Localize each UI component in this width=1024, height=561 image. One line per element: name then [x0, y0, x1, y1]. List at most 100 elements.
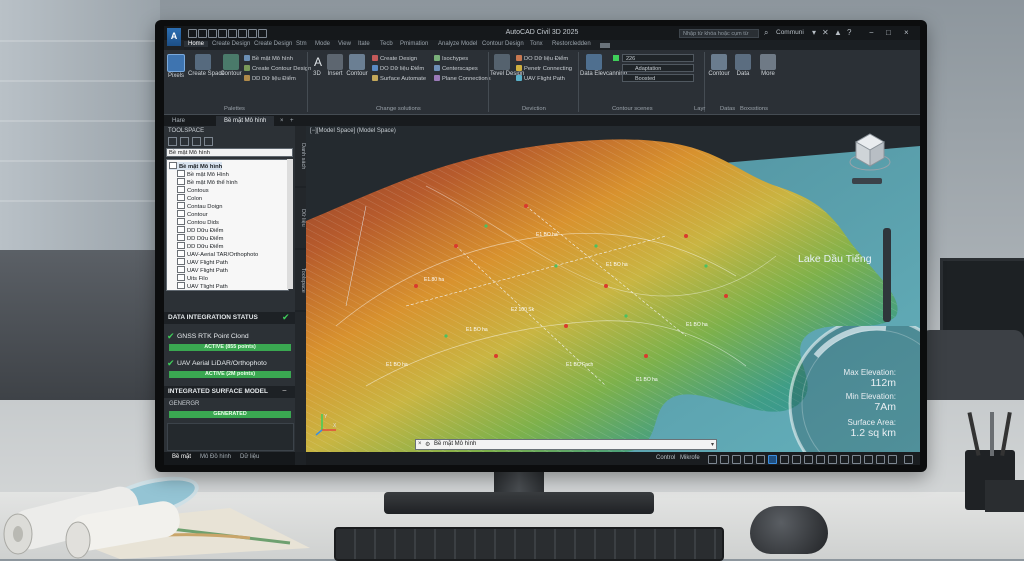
create-contour-design-button[interactable]: Create Contour Design: [244, 65, 311, 72]
contour-button[interactable]: Contour: [220, 54, 242, 77]
search-input[interactable]: Nhập từ khóa hoặc cụm từ: [679, 29, 759, 38]
penetr-connecting-button[interactable]: Penetr Connecting: [516, 65, 572, 72]
tree-item[interactable]: Colon: [177, 194, 202, 202]
grid-icon[interactable]: [708, 455, 717, 464]
layout-tab-surface[interactable]: Bề mặt: [172, 454, 191, 460]
snap-icon[interactable]: [720, 455, 729, 464]
layer-combo[interactable]: 226: [622, 54, 694, 62]
tab-analyze-model[interactable]: Analyze Model: [438, 41, 477, 47]
command-close-icon[interactable]: ×: [418, 441, 422, 447]
tree-item[interactable]: UAV-Aerial TAR/Orthophoto: [177, 250, 258, 258]
annotation-icon[interactable]: [828, 455, 837, 464]
command-settings-icon[interactable]: ⚙: [425, 441, 430, 448]
tab-create-design-2[interactable]: Create Design: [254, 41, 292, 47]
search-icon[interactable]: ⌕: [764, 28, 768, 38]
tab-stm[interactable]: Stm: [296, 41, 307, 47]
tree-item[interactable]: Contou Dids: [177, 218, 219, 226]
create-space-button[interactable]: Create Space: [188, 54, 225, 77]
viewport-label[interactable]: [−][Model Space] (Model Space): [310, 128, 396, 134]
new-tab-icon[interactable]: +: [286, 116, 298, 126]
fullscreen-icon[interactable]: [888, 455, 897, 464]
data-button[interactable]: Data: [734, 54, 752, 77]
tree-scrollbar[interactable]: [287, 159, 293, 289]
adaptation-combo[interactable]: Adaptation: [622, 64, 694, 72]
lineweight-icon[interactable]: [780, 455, 789, 464]
layout-tab-model[interactable]: Mô Đồ hình: [200, 454, 231, 460]
tree-item[interactable]: Contau Doign: [177, 202, 222, 210]
cloud-icon[interactable]: ▲: [834, 28, 842, 37]
user-account[interactable]: Communi: [776, 29, 804, 36]
tree-item[interactable]: Contous: [177, 186, 209, 194]
tab-create-design[interactable]: Create Design: [212, 41, 250, 47]
pixels-button[interactable]: Pixels: [166, 54, 186, 79]
toolbox-icon[interactable]: [204, 137, 213, 146]
tab-mode[interactable]: Mode: [315, 41, 330, 47]
3d-button[interactable]: A 3D: [310, 54, 324, 77]
command-input[interactable]: Bề mặt Mô hình: [434, 441, 476, 447]
uav-flight-path-button[interactable]: UAV Flight Path: [516, 75, 565, 82]
insert-button[interactable]: Insert: [326, 54, 344, 77]
point-data-button[interactable]: DD Dữ liệu Điểm: [244, 75, 296, 82]
tree-item[interactable]: Bề mặt Mô Hình: [177, 170, 229, 178]
point-data-button-3[interactable]: DO Dữ liệu Điểm: [516, 55, 568, 62]
tevel-design-button[interactable]: Tevel Design: [490, 54, 524, 77]
hardware-icon[interactable]: [876, 455, 885, 464]
workspace-icon[interactable]: [840, 455, 849, 464]
isolate-icon[interactable]: [864, 455, 873, 464]
tree-item[interactable]: Contour: [177, 210, 208, 218]
tab-tonx[interactable]: Tonx: [530, 41, 543, 47]
centerscapes-button[interactable]: Centerscapes: [434, 65, 478, 72]
side-tab-toolspace[interactable]: Toolspace: [295, 250, 306, 310]
surface-model-button[interactable]: Bề mặt Mô hình: [244, 55, 293, 62]
surface-automate-button[interactable]: Surface Automate: [372, 75, 426, 82]
exchange-icon[interactable]: ✕: [822, 28, 829, 37]
customize-icon[interactable]: [904, 455, 913, 464]
gizmo-icon[interactable]: [816, 455, 825, 464]
plane-connections-button[interactable]: Plane Connections: [434, 75, 491, 82]
navigation-bar[interactable]: [883, 228, 891, 322]
tree-item[interactable]: DD Dữu Điểm: [177, 242, 223, 250]
settings-icon[interactable]: [180, 137, 189, 146]
tree-item[interactable]: UAV Tlight Path: [177, 282, 228, 290]
tab-pmimation[interactable]: Pmimation: [400, 41, 428, 47]
data-elevcanning-button[interactable]: Data Elevcanning: [580, 54, 627, 77]
contour-button-2[interactable]: Contour: [346, 54, 368, 77]
side-tab-data[interactable]: Dữ liệu: [295, 188, 306, 248]
tree-item[interactable]: UAV Flight Path: [177, 266, 228, 274]
command-line[interactable]: × ⚙ Bề mặt Mô hình ▾: [415, 439, 717, 450]
ortho-icon[interactable]: [732, 455, 741, 464]
tree-item[interactable]: Bề mặt Mô thể hình: [177, 178, 238, 186]
tab-view[interactable]: View: [338, 41, 351, 47]
create-design-button[interactable]: Create Design: [372, 55, 417, 62]
point-data-button-2[interactable]: DO Dữ liệu Điểm: [372, 65, 424, 72]
selection-icon[interactable]: [804, 455, 813, 464]
tab-tecb[interactable]: Tecb: [380, 41, 393, 47]
help-icon[interactable]: ?: [847, 28, 851, 37]
side-tab-list[interactable]: Danh sách: [295, 126, 306, 186]
toolspace-select[interactable]: Bề mặt Mô hình: [166, 148, 293, 157]
collapse-icon[interactable]: −: [282, 386, 287, 395]
isochypes-button[interactable]: Isochypes: [434, 55, 468, 62]
tree-item[interactable]: UAV Flight Path: [177, 258, 228, 266]
status-mikrofe[interactable]: Mikrofe: [680, 455, 700, 461]
prospector-icon[interactable]: [168, 137, 177, 146]
otrack-icon[interactable]: [768, 455, 777, 464]
survey-icon[interactable]: [192, 137, 201, 146]
ribbon-toggle-icon[interactable]: [600, 43, 610, 48]
tree-item-root[interactable]: Bề mặt Mô hình: [169, 162, 223, 170]
doc-tab-home[interactable]: Hare: [164, 116, 193, 126]
tree-item[interactable]: DD Dữu Điểm: [177, 226, 223, 234]
tab-restorcledden[interactable]: Restorcledden: [552, 41, 591, 47]
polar-icon[interactable]: [744, 455, 753, 464]
tab-home[interactable]: Home: [184, 41, 209, 47]
close-button[interactable]: ×: [904, 28, 909, 37]
command-dropdown-icon[interactable]: ▾: [711, 441, 714, 448]
tab-itate[interactable]: Itate: [358, 41, 370, 47]
contour-button-3[interactable]: Contour: [707, 54, 731, 77]
doc-tab-surface-model[interactable]: Bề mặt Mô hình: [216, 116, 275, 126]
transparency-icon[interactable]: [792, 455, 801, 464]
more-button[interactable]: More: [758, 54, 778, 77]
minimize-button[interactable]: −: [869, 28, 874, 37]
osnap-icon[interactable]: [756, 455, 765, 464]
status-control[interactable]: Control: [656, 455, 675, 461]
